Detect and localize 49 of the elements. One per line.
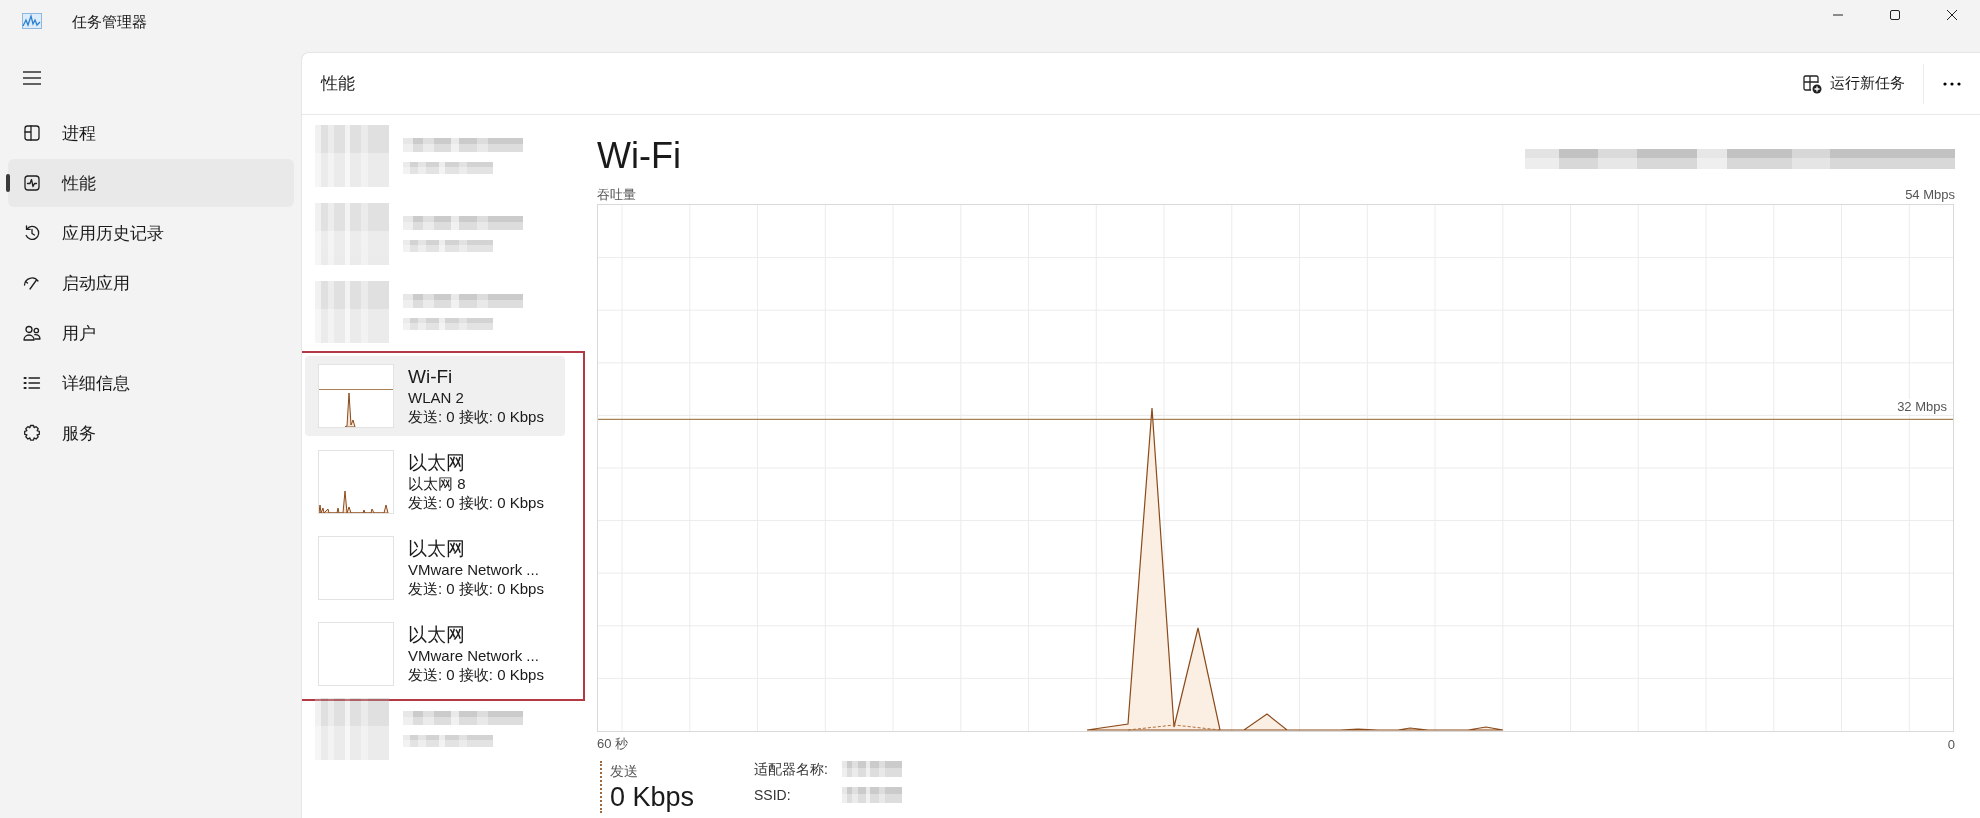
menu-icon — [22, 70, 42, 86]
device-name: 以太网 — [408, 538, 466, 560]
window-title: 任务管理器 — [72, 12, 147, 32]
device-detail: 以太网 8 — [408, 474, 467, 493]
device-detail: WLAN 2 — [408, 388, 465, 407]
page-title: 性能 — [321, 73, 356, 95]
device-name: 以太网 — [408, 452, 466, 474]
device-rate: 发送: 0 接收: 0 Kbps — [408, 407, 544, 426]
device-item[interactable]: 以太网 以太网 8 发送: 0 接收: 0 Kbps — [305, 442, 565, 522]
pixelated-block — [841, 761, 902, 777]
chart-label: 吞吐量 — [597, 187, 636, 203]
users-icon — [22, 323, 42, 343]
nav-item[interactable]: 进程 — [8, 109, 294, 157]
selection-indicator — [6, 174, 10, 192]
device-item[interactable]: 以太网 VMware Network ... 发送: 0 接收: 0 Kbps — [305, 528, 565, 608]
property-label: SSID: — [754, 787, 792, 803]
device-item[interactable]: 以太网 VMware Network ... 发送: 0 接收: 0 Kbps — [305, 614, 565, 694]
send-label: 发送 — [610, 762, 639, 781]
nav-item[interactable]: 服务 — [8, 409, 294, 457]
add-task-icon — [1802, 73, 1822, 94]
nav-item[interactable]: 应用历史记录 — [8, 209, 294, 257]
scale-label: 0 — [1947, 736, 1955, 752]
scale-label: 54 Mbps — [1905, 187, 1955, 203]
nav-item[interactable]: 详细信息 — [8, 359, 294, 407]
property-label: 适配器名称: — [754, 761, 828, 779]
pixelated-block — [841, 787, 902, 803]
nav-item[interactable]: 性能 — [8, 159, 294, 207]
device-rate: 发送: 0 接收: 0 Kbps — [408, 665, 544, 684]
device-detail: VMware Network ... — [408, 646, 540, 665]
nav-item[interactable]: 用户 — [8, 309, 294, 357]
adapter-title: Wi-Fi — [597, 134, 681, 178]
time-span-label: 60 秒 — [597, 735, 629, 753]
processes-icon — [22, 123, 42, 143]
scale-label: 32 Mbps — [1897, 399, 1947, 414]
maximize-icon — [1888, 9, 1901, 21]
gear-icon — [22, 423, 42, 443]
device-item[interactable]: Wi-Fi WLAN 2 发送: 0 接收: 0 Kbps — [305, 356, 565, 436]
more-icon — [1943, 81, 1961, 86]
run-new-task-button[interactable]: 运行新任务 — [1792, 67, 1915, 100]
device-detail: VMware Network ... — [408, 560, 540, 579]
nav-item[interactable]: 启动应用 — [8, 259, 294, 307]
device-name: Wi-Fi — [408, 366, 454, 388]
pulse-icon — [22, 173, 42, 193]
app-chart-icon — [22, 13, 42, 29]
send-value: 0 Kbps — [610, 781, 696, 813]
device-rate: 发送: 0 接收: 0 Kbps — [408, 579, 544, 598]
close-icon — [1945, 9, 1958, 21]
device-name: 以太网 — [408, 624, 466, 646]
device-rate: 发送: 0 接收: 0 Kbps — [408, 493, 544, 512]
